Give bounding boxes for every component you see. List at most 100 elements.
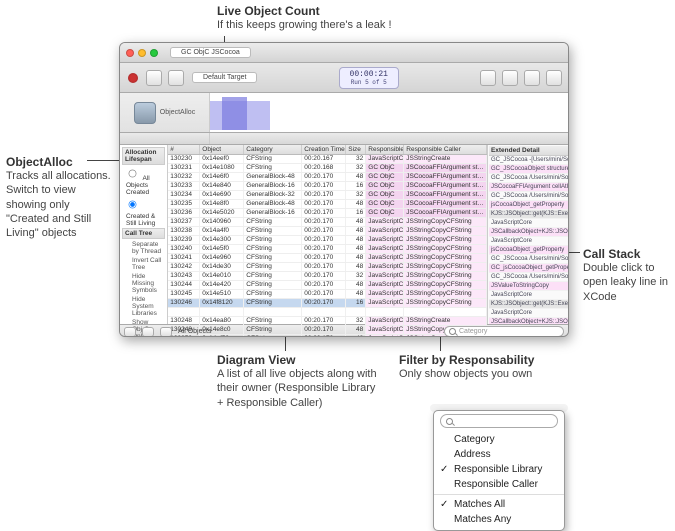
stack-frame[interactable]: KJS::JSObject::get(KJS::ExecSta… [489, 300, 568, 309]
table-row[interactable]: 1302440x14e420CFString00:20.17048JavaScr… [168, 281, 487, 290]
stack-frame[interactable]: JSCocoaFFIArgument cellAtIndex [489, 183, 568, 192]
popup-category[interactable]: Category [434, 432, 564, 447]
popup-matches-all[interactable]: Matches All [434, 494, 564, 512]
stack-frame[interactable]: GC_JSCocoa /Users/mini/Softwar… [489, 174, 568, 183]
connector [87, 160, 121, 161]
stack-frame[interactable]: JavaScriptCore [489, 219, 568, 228]
stack-frame[interactable]: JSValueToStringCopy [489, 282, 568, 291]
table-row[interactable]: 1302450x14e510CFString00:20.17048JavaScr… [168, 290, 487, 299]
stack-frame[interactable]: GC_JSCocoaObject structureFrom… [489, 165, 568, 174]
table-row[interactable]: 1302490x14e8c0CFString00:20.17048JavaScr… [168, 326, 487, 335]
search-filter-popup[interactable]: Category Address Responsible Library Res… [433, 410, 565, 531]
minimize-icon[interactable] [138, 49, 146, 57]
col-ctime: Creation Time [302, 145, 346, 154]
stack-frame[interactable]: GC_JSCocoa /Users/mini/Softwar… [489, 192, 568, 201]
sidebar-hide-missing[interactable]: Hide Missing Symbols [122, 272, 165, 295]
record-button[interactable] [128, 73, 138, 83]
table-row[interactable]: 1302480x14ea80CFString00:20.17032JavaScr… [168, 317, 487, 326]
col-object: Object [200, 145, 244, 154]
close-icon[interactable] [126, 49, 134, 57]
stack-frame[interactable]: JavaScriptCore [489, 237, 568, 246]
table-row[interactable]: 1302420x14de30CFString00:20.17048JavaScr… [168, 263, 487, 272]
instruments-window: GC ObjC JSCocoa Default Target 00:00:21 … [119, 42, 569, 337]
ann-diagram-title: Diagram View [217, 353, 377, 367]
col-num: # [168, 145, 200, 154]
table-row[interactable]: 1302430x14e010CFString00:20.17032JavaScr… [168, 272, 487, 281]
popup-matches-any[interactable]: Matches Any [434, 512, 564, 527]
table-row[interactable] [168, 308, 487, 317]
table-row[interactable]: 1302410x14e960CFString00:20.17048JavaScr… [168, 254, 487, 263]
view-mode-button[interactable] [124, 327, 136, 337]
zoom-icon[interactable] [150, 49, 158, 57]
stack-frame[interactable]: GC_JSCocoa -[Users/mini/Softwar… [489, 156, 568, 165]
ann-callstack-body: Double click to open leaky line in XCode [583, 261, 669, 304]
toolbar: Default Target 00:00:21 Run 5 of 5 [120, 63, 568, 93]
table-row[interactable]: 1302370x140960CFString00:20.17048JavaScr… [168, 218, 487, 227]
extended-detail-panel[interactable]: Extended Detail GC_JSCocoa -[Users/mini/… [487, 145, 569, 324]
pause-button[interactable] [146, 70, 162, 86]
view-button[interactable] [524, 70, 540, 86]
sidebar-hide-system[interactable]: Hide System Libraries [122, 295, 165, 318]
table-row[interactable]: 1302330x14e840GeneralBlock-1600:20.17016… [168, 182, 487, 191]
popup-address[interactable]: Address [434, 447, 564, 462]
stack-frame[interactable]: GC_JSCocoa /Users/mini/Softwr [489, 255, 568, 264]
stack-frame[interactable]: JSCallbackObject+KJS::JSObject… [489, 318, 568, 324]
objectalloc-icon [134, 102, 156, 124]
ann-live-count-title: Live Object Count [217, 4, 392, 18]
footer-breadcrumb[interactable]: All Objects [178, 328, 211, 335]
search-icon [446, 418, 453, 425]
extended-detail-header: Extended Detail [489, 146, 568, 156]
table-row[interactable]: 1302320x14e6f0GeneralBlock-4800:20.17048… [168, 173, 487, 182]
view-diagram-button[interactable] [160, 327, 172, 337]
table-row[interactable]: 1302340x14e690GeneralBlock-3200:20.17032… [168, 191, 487, 200]
popup-responsible-caller[interactable]: Responsible Caller [434, 477, 564, 492]
sidebar-created-still-living[interactable]: Created & Still Living [122, 197, 165, 228]
ann-objectalloc-body: Tracks all allocations. Switch to view s… [6, 169, 114, 240]
sidebar-call-tree: Call Tree [122, 228, 165, 239]
sidebar-invert-tree[interactable]: Invert Call Tree [122, 256, 165, 272]
popup-responsible-library[interactable]: Responsible Library [434, 462, 564, 477]
col-size: Size [346, 145, 366, 154]
sidebar-all-objects[interactable]: All Objects Created [122, 166, 165, 197]
default-target-select[interactable]: Default Target [192, 72, 257, 83]
stack-frame[interactable]: JavaScriptCore [489, 309, 568, 318]
search-icon [449, 328, 456, 335]
ann-filter-body: Only show objects you own [399, 367, 579, 381]
stack-frame[interactable]: JavaScriptCore [489, 291, 568, 300]
table-row[interactable]: 1302350x14e8f0GeneralBlock-4800:20.17048… [168, 200, 487, 209]
range-start-button[interactable] [480, 70, 496, 86]
ann-diagram-body: A list of all live objects along with th… [217, 367, 377, 410]
stack-frame[interactable]: JSCallbackObject+KJS::JSObject… [489, 228, 568, 237]
stack-frame[interactable]: jsCocoaObject_getProperty [489, 201, 568, 210]
view-outline-button[interactable] [142, 327, 154, 337]
table-row[interactable]: 1302310x14e1080CFString00:20.16832GC Obj… [168, 164, 487, 173]
table-row[interactable]: 1302380x14a4f0CFString00:20.17048JavaScr… [168, 227, 487, 236]
stack-frame[interactable]: jsCocoaObject_getProperty [489, 246, 568, 255]
sidebar-separate-thread[interactable]: Separate by Thread [122, 240, 165, 256]
table-row[interactable]: 1302390x14e300CFString00:20.17048JavaScr… [168, 236, 487, 245]
objects-table[interactable]: # Object Category Creation Time Size Res… [168, 145, 487, 324]
table-row[interactable]: 1302360x14e5020GeneralBlock-1600:20.1701… [168, 209, 487, 218]
track-separator [120, 133, 568, 145]
col-category: Category [244, 145, 302, 154]
time-display: 00:00:21 Run 5 of 5 [339, 67, 399, 89]
stack-frame[interactable]: GC_jsCocoaObject_getProperty [489, 264, 568, 273]
range-end-button[interactable] [502, 70, 518, 86]
timeline: ObjectAlloc [120, 93, 568, 133]
instrument-track[interactable]: ObjectAlloc [120, 93, 210, 132]
ann-objectalloc-title: ObjectAlloc [6, 155, 114, 169]
popup-search[interactable] [440, 414, 558, 428]
table-row[interactable]: 1302400x14e5f0CFString00:20.17048JavaScr… [168, 245, 487, 254]
table-header[interactable]: # Object Category Creation Time Size Res… [168, 145, 487, 155]
ann-filter-title: Filter by Responsability [399, 353, 579, 367]
stack-frame[interactable]: KJS::JSObject::get(KJS::ExecState*, KJS… [489, 210, 568, 219]
col-resp-caller: Responsible Caller [404, 145, 487, 154]
window-controls[interactable] [126, 49, 158, 57]
library-button[interactable] [546, 70, 562, 86]
loop-button[interactable] [168, 70, 184, 86]
stack-frame[interactable]: GC_JSCocoa /Users/mini/Softwr [489, 273, 568, 282]
table-row[interactable]: 1302300x14eef0CFString00:20.16732JavaScr… [168, 155, 487, 164]
allocation-graph[interactable] [210, 93, 568, 132]
table-row[interactable]: 1302460x14f8120CFString00:20.17016JavaSc… [168, 299, 487, 308]
search-field[interactable]: Category [444, 326, 564, 337]
